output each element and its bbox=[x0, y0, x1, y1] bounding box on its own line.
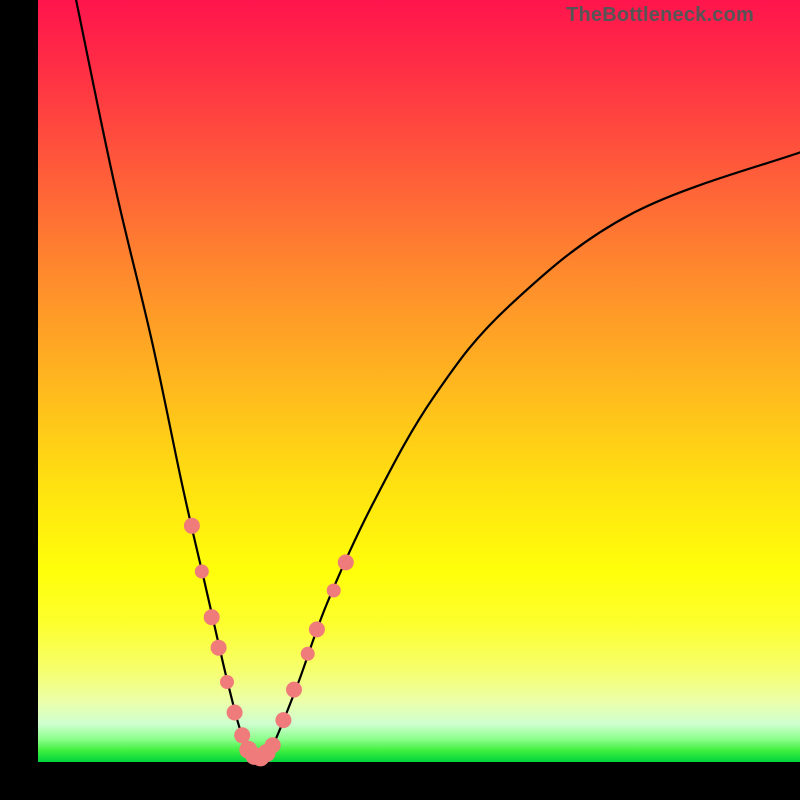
data-point-marker bbox=[301, 647, 315, 661]
data-point-marker bbox=[309, 621, 325, 637]
data-point-marker bbox=[227, 705, 243, 721]
data-point-marker bbox=[286, 682, 302, 698]
data-point-marker bbox=[338, 554, 354, 570]
data-point-marker bbox=[195, 565, 209, 579]
data-point-marker bbox=[211, 640, 227, 656]
plot-area: TheBottleneck.com bbox=[38, 0, 800, 762]
chart-svg bbox=[38, 0, 800, 762]
data-point-marker bbox=[220, 675, 234, 689]
data-point-marker bbox=[184, 518, 200, 534]
data-point-marker bbox=[275, 712, 291, 728]
data-point-marker bbox=[327, 584, 341, 598]
marker-group bbox=[184, 518, 354, 767]
data-point-marker bbox=[265, 737, 281, 753]
data-point-marker bbox=[204, 609, 220, 625]
bottleneck-curve bbox=[76, 0, 800, 760]
